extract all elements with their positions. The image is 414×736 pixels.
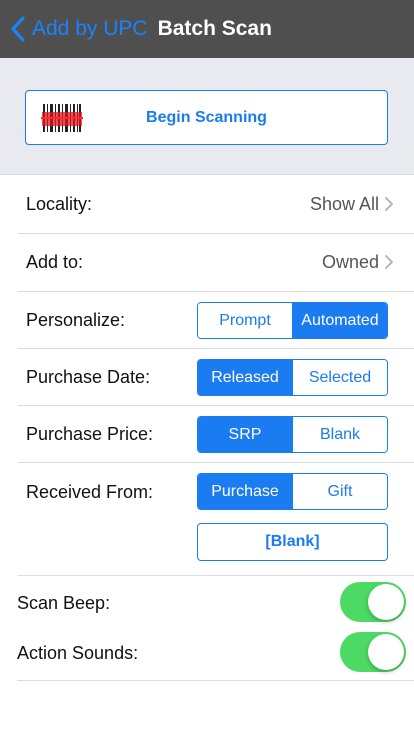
add-to-label: Add to: [26, 252, 84, 272]
action-sounds-toggle[interactable] [340, 632, 406, 672]
received-from-label: Received From: [26, 482, 154, 502]
chevron-left-icon [11, 16, 25, 42]
back-button[interactable]: Add by UPC [0, 0, 148, 58]
received-from-row: Received From: Purchase Gift [Blank] [0, 463, 414, 575]
purchase-date-option-selected[interactable]: Selected [292, 360, 387, 395]
scan-beep-row: Scan Beep: [0, 576, 414, 628]
purchase-price-option-srp[interactable]: SRP [198, 417, 292, 452]
navigation-bar: Add by UPC Batch Scan [0, 0, 414, 58]
purchase-price-segmented-control: SRP Blank [197, 416, 388, 453]
personalize-option-prompt[interactable]: Prompt [198, 303, 292, 338]
chevron-right-icon [385, 197, 393, 211]
scan-beep-label: Scan Beep: [17, 593, 111, 613]
received-from-option-gift[interactable]: Gift [292, 474, 387, 509]
purchase-date-row: Purchase Date: Released Selected [0, 349, 414, 405]
purchase-price-option-blank[interactable]: Blank [292, 417, 387, 452]
purchase-date-label: Purchase Date: [26, 367, 151, 387]
page-title: Batch Scan [157, 17, 272, 40]
personalize-option-automated[interactable]: Automated [292, 303, 387, 338]
scan-beep-toggle[interactable] [340, 582, 406, 622]
action-sounds-row: Action Sounds: [0, 628, 414, 680]
action-sounds-label: Action Sounds: [17, 643, 139, 663]
purchase-date-segmented-control: Released Selected [197, 359, 388, 396]
scan-section: Begin Scanning [0, 58, 414, 175]
begin-scanning-button[interactable]: Begin Scanning [25, 90, 388, 145]
personalize-label: Personalize: [26, 310, 126, 330]
toggle-knob [368, 584, 404, 620]
back-button-label: Add by UPC [32, 17, 148, 40]
begin-scanning-label: Begin Scanning [146, 108, 267, 126]
personalize-segmented-control: Prompt Automated [197, 302, 388, 339]
add-to-row[interactable]: Add to: Owned [0, 234, 414, 291]
locality-row[interactable]: Locality: Show All [0, 176, 414, 233]
purchase-price-row: Purchase Price: SRP Blank [0, 406, 414, 462]
purchase-price-label: Purchase Price: [26, 424, 154, 444]
personalize-row: Personalize: Prompt Automated [0, 292, 414, 348]
barcode-icon [41, 102, 83, 134]
divider [17, 680, 414, 681]
locality-value: Show All [309, 194, 379, 214]
received-from-segmented-control: Purchase Gift [197, 473, 388, 510]
received-from-blank-button[interactable]: [Blank] [197, 523, 388, 561]
received-from-option-purchase[interactable]: Purchase [198, 474, 292, 509]
purchase-date-option-released[interactable]: Released [198, 360, 292, 395]
chevron-right-icon [385, 255, 393, 269]
toggle-knob [368, 634, 404, 670]
add-to-value: Owned [321, 252, 379, 272]
locality-label: Locality: [26, 194, 93, 214]
